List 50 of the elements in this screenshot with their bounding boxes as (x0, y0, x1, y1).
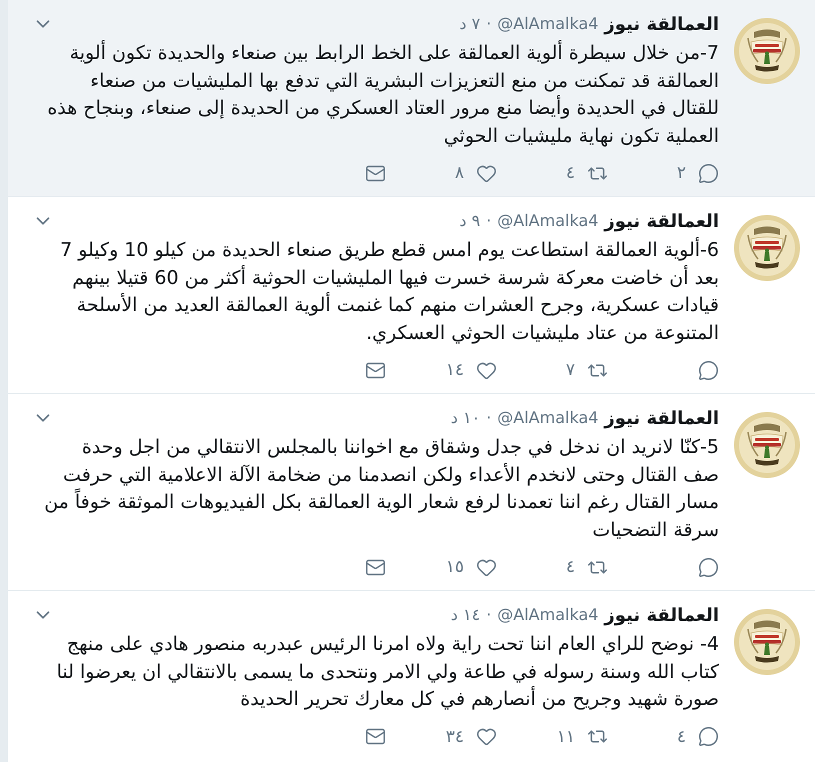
separator-dot: · (486, 210, 492, 232)
tweet-time[interactable]: ٧ د (459, 12, 480, 36)
like-button[interactable]: ٨ (454, 161, 497, 185)
retweet-button[interactable]: ١١ (556, 724, 608, 748)
tweet-text: 5-كنّا لانريد ان ندخل في جدل وشقاق مع اخواننا بالمجلس الانتقالي من اجل وحدة صف القتال وحتى لانخدم الأعداء ولكن انصدمنا من ضخامة الآلة الاعلامية التي حرفت مسار القتال رغم اننا تعمدنا لرفع شعار الوية العمالقة بكل الفيديوهات الموثقة خوفاً من سرقة التضحيات (43, 435, 719, 543)
tweet-text: 4- نوضح للراي العام اننا تحت راية ولاه امرنا الرئيس عبدربه منصور هادي على منهج كتاب الله وسنة رسوله في طاعة ولي الامر ونتحدى ما يسمى بالانتقالي ان يعرضوا لنا صورة شهيد وجريح من أنصارهم في كل معارك تحرير الحديدة (56, 632, 719, 712)
speech-bubble-icon (698, 726, 719, 747)
speech-bubble-icon (698, 360, 719, 380)
heart-icon (476, 556, 497, 578)
tweet-card[interactable] (8, 394, 815, 591)
separator-dot: · (486, 407, 492, 429)
like-button[interactable]: ١٤ (446, 358, 497, 382)
emblem-avatar[interactable] (734, 609, 800, 675)
tweet-text: 7-من خلال سيطرة ألوية العمالقة على الخط الرابط بين صنعاء والحديدة تكون ألوية العمالقة قد تمكنت من منع التعزيزات البشرية التي تدفع بها المليشيات من صنعاء للقتال في الحديدة وأيضا منع مرور العتاد العسكري من الحديدة إلى صنعاء، وبنجاح هذه العملية تكون نهاية مليشيات الحوثي (46, 40, 719, 149)
tweet-time[interactable]: ٩ د (459, 209, 480, 233)
reply-button[interactable] (698, 556, 719, 578)
reply-button[interactable]: ٤ (676, 724, 719, 748)
author-handle[interactable]: @AlAmalka4 (497, 209, 598, 233)
separator-dot: · (486, 604, 492, 626)
tweet-time[interactable]: ١٠ د (450, 406, 480, 430)
retweet-button[interactable]: ٤ (566, 555, 608, 579)
speech-bubble-icon (698, 556, 719, 578)
author-handle[interactable]: @AlAmalka4 (497, 406, 598, 430)
tweet-card[interactable] (8, 197, 815, 394)
author-handle[interactable]: @AlAmalka4 (497, 603, 598, 627)
tweet-time[interactable]: ١٤ د (450, 603, 480, 627)
message-button[interactable] (365, 726, 386, 747)
author-name[interactable]: العمالقة نيوز (604, 602, 719, 628)
emblem-avatar[interactable] (734, 412, 800, 478)
like-button[interactable]: ١٥ (446, 555, 497, 579)
heart-icon (476, 360, 497, 380)
author-name[interactable]: العمالقة نيوز (604, 10, 719, 38)
author-name[interactable]: العمالقة نيوز (604, 208, 719, 234)
speech-bubble-icon (698, 162, 719, 184)
author-name[interactable]: العمالقة نيوز (604, 404, 719, 432)
reply-button[interactable]: ٢ (676, 161, 719, 185)
author-handle[interactable]: @AlAmalka4 (497, 12, 598, 36)
retweet-button[interactable]: ٧ (566, 358, 608, 382)
heart-icon (476, 726, 497, 747)
reply-button[interactable] (698, 360, 719, 380)
emblem-avatar[interactable] (734, 215, 800, 281)
heart-icon (476, 162, 497, 184)
envelope-icon (365, 726, 386, 747)
retweet-button[interactable]: ٤ (566, 161, 608, 185)
emblem-avatar[interactable] (734, 18, 800, 84)
like-button[interactable]: ٣٤ (446, 724, 497, 748)
tweet-card[interactable] (8, 591, 815, 762)
tweet-text: 6-ألوية العمالقة استطاعت يوم امس قطع طريق صنعاء الحديدة من كيلو 10 وكيلو 7 بعد أن خاضت معركة شرسة خسرت فيها المليشيات الحوثية أكثر من 60 قتيلا بينهم قيادات عسكرية، وجرح العشرات منهم كما غنمت ألوية العمالقة العديد من الأسلحة المتنوعة من عتاد مليشيات الحوثي العسكري. (59, 237, 719, 346)
tweet-card[interactable] (8, 0, 815, 197)
separator-dot: · (486, 13, 492, 35)
